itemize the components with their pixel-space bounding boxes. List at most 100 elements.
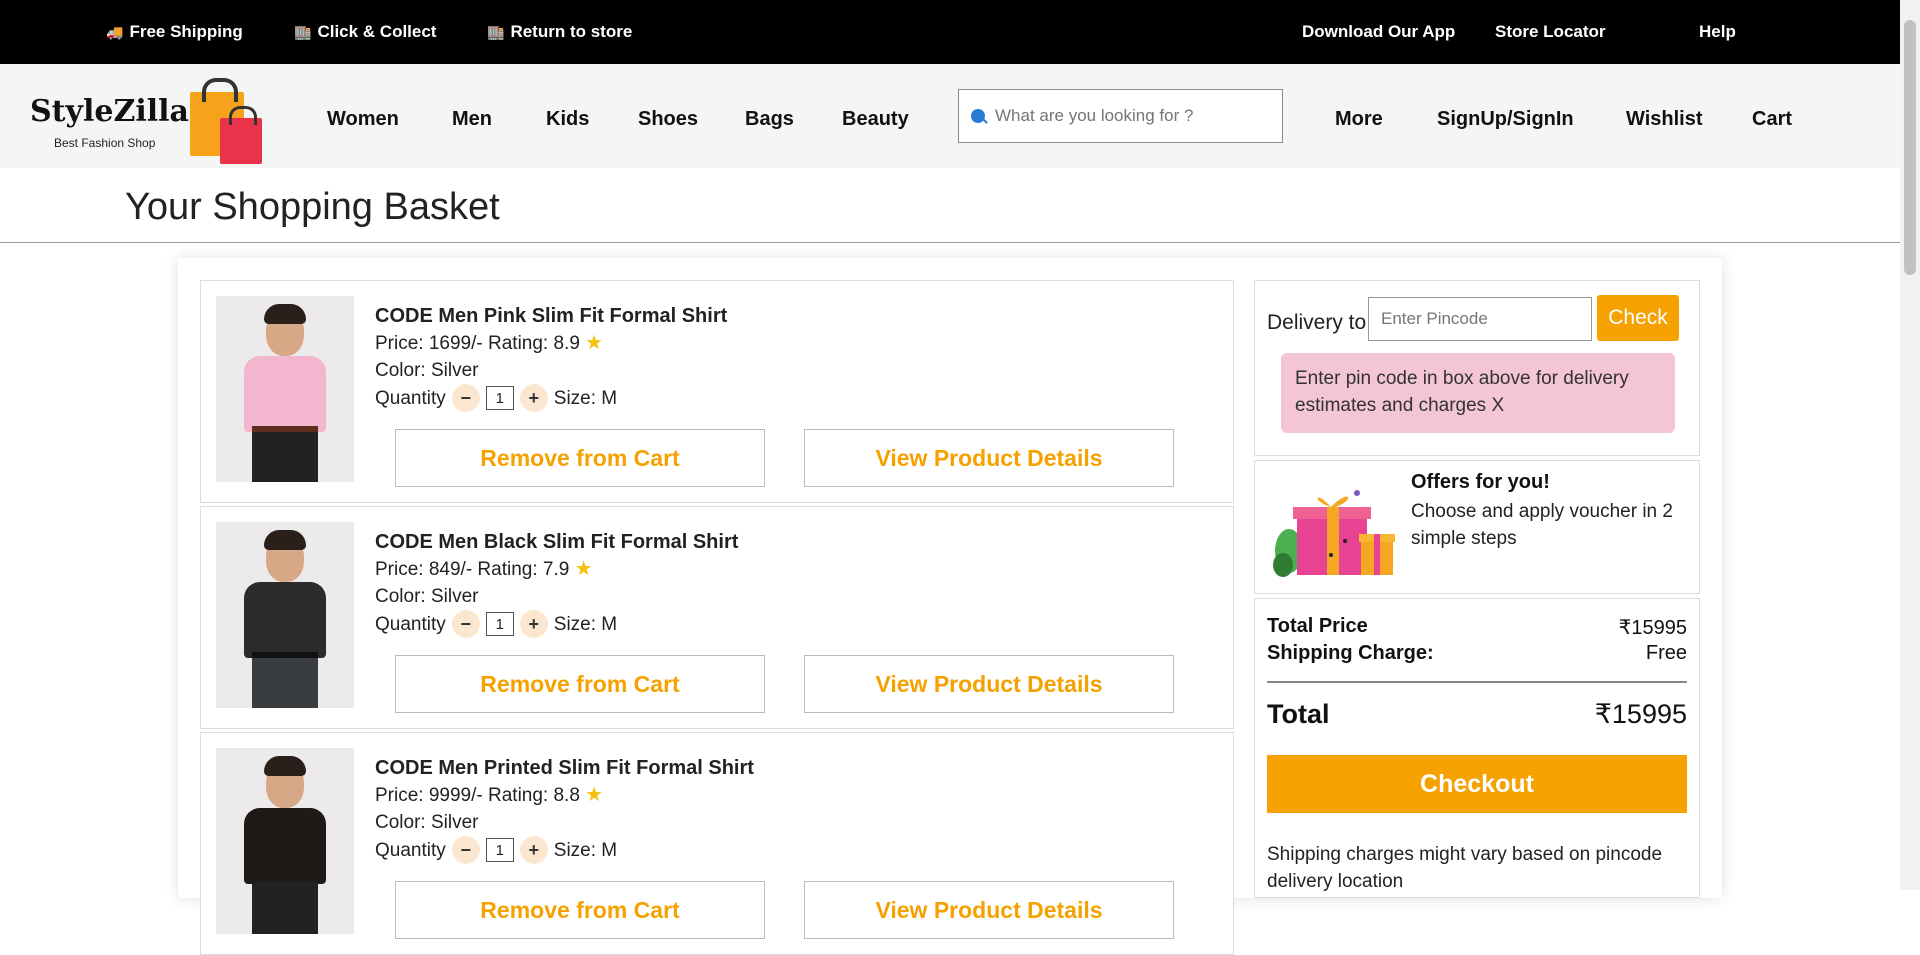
price-rating-text: Price: 1699/- Rating: 8.9: [375, 333, 580, 354]
offers-description: Choose and apply voucher in 2 simple ste…: [1411, 501, 1673, 549]
product-color: Color: Silver: [375, 812, 479, 833]
pincode-input[interactable]: [1368, 297, 1592, 341]
product-color: Color: Silver: [375, 360, 479, 381]
increase-quantity-button[interactable]: +: [519, 384, 548, 412]
product-image[interactable]: [216, 748, 354, 934]
divider: [1267, 681, 1687, 683]
product-image[interactable]: [216, 522, 354, 708]
product-info: CODE Men Pink Slim Fit Formal Shirt Pric…: [375, 303, 727, 412]
model-figure: [216, 748, 354, 934]
divider: [0, 242, 1900, 243]
star-icon: ★: [585, 784, 604, 806]
increase-quantity-button[interactable]: +: [519, 836, 548, 864]
search-input[interactable]: [995, 106, 1255, 126]
product-info: CODE Men Black Slim Fit Formal Shirt Pri…: [375, 529, 738, 638]
grand-total-row: Total ₹15995: [1267, 699, 1687, 730]
shipping-note: Shipping charges might vary based on pin…: [1267, 844, 1663, 892]
truck-icon: 🚚: [106, 23, 124, 40]
quantity-row: Quantity − 1 + Size: M: [375, 610, 738, 638]
grand-total-value: ₹15995: [1594, 699, 1687, 729]
decrease-quantity-button[interactable]: −: [451, 384, 480, 412]
quantity-row: Quantity − 1 + Size: M: [375, 384, 727, 412]
cart-item: CODE Men Black Slim Fit Formal Shirt Pri…: [200, 506, 1234, 729]
product-name[interactable]: CODE Men Pink Slim Fit Formal Shirt: [375, 303, 727, 330]
star-icon: ★: [574, 558, 593, 580]
quantity-value[interactable]: 1: [485, 386, 514, 410]
free-shipping-link[interactable]: 🚚 Free Shipping: [106, 22, 243, 42]
nav-kids[interactable]: Kids: [546, 108, 589, 131]
remove-from-cart-button[interactable]: Remove from Cart: [395, 429, 765, 487]
delivery-panel: Delivery to Check Enter pin code in box …: [1254, 280, 1700, 456]
nav-wishlist[interactable]: Wishlist: [1626, 108, 1703, 131]
delivery-label: Delivery to: [1267, 311, 1367, 334]
decrease-quantity-button[interactable]: −: [451, 610, 480, 638]
offers-title: Offers for you!: [1411, 471, 1550, 493]
nav-men[interactable]: Men: [452, 108, 492, 131]
price-rating: Price: 9999/- Rating: 8.8 ★: [375, 782, 754, 809]
return-to-store-link[interactable]: 🏬 Return to store: [487, 22, 632, 42]
model-figure: [216, 296, 354, 482]
nav-women[interactable]: Women: [327, 108, 399, 131]
download-app-link[interactable]: Download Our App: [1302, 22, 1455, 42]
hair-shape: [264, 304, 306, 324]
nav-cart[interactable]: Cart: [1752, 108, 1792, 131]
product-size: Size: M: [553, 387, 618, 409]
nav-shoes[interactable]: Shoes: [638, 108, 698, 131]
quantity-label: Quantity: [375, 387, 446, 409]
price-rating: Price: 1699/- Rating: 8.9 ★: [375, 330, 727, 357]
return-icon: 🏬: [487, 23, 505, 40]
red-bag-icon: [220, 106, 262, 164]
shirt-shape: [244, 582, 326, 658]
search-icon: [971, 109, 985, 123]
click-collect-label: Click & Collect: [317, 22, 437, 41]
product-name[interactable]: CODE Men Printed Slim Fit Formal Shirt: [375, 755, 754, 782]
nav-signin[interactable]: SignUp/SignIn: [1437, 108, 1574, 131]
main-header: StyleZilla Best Fashion Shop Women Men K…: [0, 64, 1900, 168]
click-collect-link[interactable]: 🏬 Click & Collect: [294, 22, 436, 42]
remove-from-cart-button[interactable]: Remove from Cart: [395, 655, 765, 713]
return-to-store-label: Return to store: [510, 22, 633, 41]
quantity-label: Quantity: [375, 613, 446, 635]
page-scrollbar[interactable]: [1900, 0, 1920, 890]
logo[interactable]: StyleZilla Best Fashion Shop: [30, 78, 270, 164]
nav-bags[interactable]: Bags: [745, 108, 794, 131]
view-product-details-button[interactable]: View Product Details: [804, 429, 1174, 487]
checkout-button[interactable]: Checkout: [1267, 755, 1687, 813]
belt-shape: [252, 426, 318, 432]
view-product-details-button[interactable]: View Product Details: [804, 655, 1174, 713]
decrease-quantity-button[interactable]: −: [451, 836, 480, 864]
scrollbar-thumb[interactable]: [1904, 20, 1916, 275]
gift-icon: [1273, 490, 1395, 577]
hair-shape: [264, 530, 306, 550]
quantity-value[interactable]: 1: [485, 838, 514, 862]
order-summary-panel: Total Price ₹15995 Shipping Charge: Free…: [1254, 598, 1700, 898]
store-icon: 🏬: [294, 23, 312, 40]
grand-total-label: Total: [1267, 699, 1330, 729]
help-link[interactable]: Help: [1699, 22, 1736, 42]
product-image[interactable]: [216, 296, 354, 482]
top-bar: 🚚 Free Shipping 🏬 Click & Collect 🏬 Retu…: [0, 0, 1900, 64]
cart-item: CODE Men Pink Slim Fit Formal Shirt Pric…: [200, 280, 1234, 503]
shipping-label: Shipping Charge:: [1267, 642, 1434, 664]
total-price-row: Total Price ₹15995: [1267, 615, 1687, 640]
shirt-shape: [244, 808, 326, 884]
quantity-label: Quantity: [375, 839, 446, 861]
product-info: CODE Men Printed Slim Fit Formal Shirt P…: [375, 755, 754, 864]
belt-shape: [252, 652, 318, 658]
shipping-value: Free: [1645, 642, 1687, 664]
trousers-shape: [252, 656, 318, 708]
increase-quantity-button[interactable]: +: [519, 610, 548, 638]
nav-beauty[interactable]: Beauty: [842, 108, 909, 131]
check-pincode-button[interactable]: Check: [1597, 295, 1679, 341]
offers-panel[interactable]: Offers for you! Choose and apply voucher…: [1254, 460, 1700, 594]
quantity-value[interactable]: 1: [485, 612, 514, 636]
quantity-row: Quantity − 1 + Size: M: [375, 836, 754, 864]
hair-shape: [264, 756, 306, 776]
price-rating-text: Price: 849/- Rating: 7.9: [375, 559, 570, 580]
store-locator-link[interactable]: Store Locator: [1495, 22, 1606, 42]
product-name[interactable]: CODE Men Black Slim Fit Formal Shirt: [375, 529, 738, 556]
search-box[interactable]: [958, 89, 1283, 143]
delivery-note: Enter pin code in box above for delivery…: [1281, 353, 1675, 433]
total-price-label: Total Price: [1267, 615, 1368, 637]
nav-more[interactable]: More: [1335, 108, 1383, 131]
